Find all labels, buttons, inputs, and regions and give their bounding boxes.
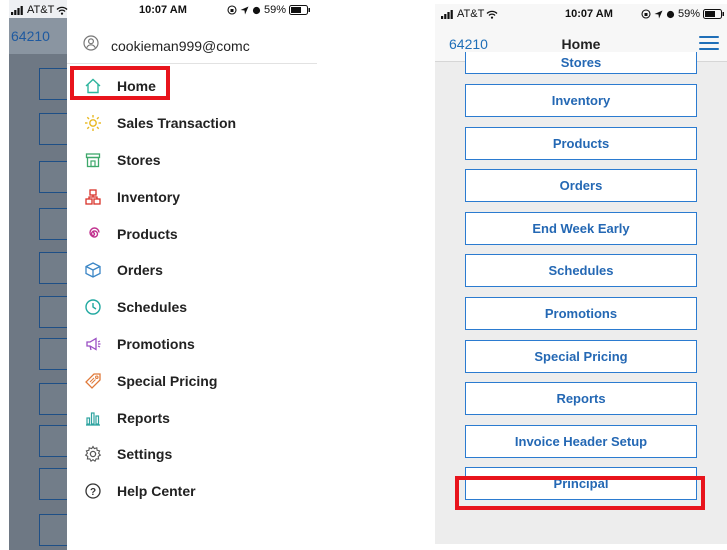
drawer-item-label: Stores <box>117 151 161 168</box>
svg-text:?: ? <box>90 487 96 498</box>
sun-icon <box>83 113 103 133</box>
inventory-icon <box>83 187 103 207</box>
gear-icon <box>83 444 103 464</box>
alarm-icon <box>666 10 675 19</box>
carrier-name: AT&T <box>27 4 55 16</box>
right-status-bar: AT&T 10:07 AM 59% <box>435 4 727 26</box>
drawer-item-help-center[interactable]: ? Help Center <box>67 473 317 510</box>
signal-icon <box>441 9 453 19</box>
box-icon <box>83 260 103 280</box>
battery-percent: 59% <box>677 8 700 20</box>
carrier: AT&T <box>11 4 68 16</box>
drawer-item-label: Orders <box>117 262 163 279</box>
home-button-list: Stores Inventory Products Orders End Wee… <box>465 52 697 510</box>
alarm-icon <box>252 6 261 15</box>
user-icon <box>83 35 99 56</box>
clock-icon <box>83 297 103 317</box>
drawer-item-orders[interactable]: Orders <box>67 252 317 289</box>
drawer-item-special-pricing[interactable]: Special Pricing <box>67 362 317 399</box>
status-right: 59% <box>227 4 311 16</box>
help-icon: ? <box>83 481 103 501</box>
drawer-item-label: Special Pricing <box>117 372 218 389</box>
drawer-item-stores[interactable]: Stores <box>67 142 317 179</box>
location-icon <box>240 6 249 14</box>
tag-icon <box>83 371 103 391</box>
megaphone-icon <box>83 334 103 354</box>
drawer-item-label: Sales Transaction <box>117 115 237 132</box>
drawer-menu: Home Sales Transaction Stores Inventory … <box>67 68 317 510</box>
drawer-item-reports[interactable]: Reports <box>67 399 317 436</box>
invoice-header-setup-button[interactable]: Invoice Header Setup <box>465 424 697 458</box>
right-phone-screen: AT&T 10:07 AM 59% 64210 Home Stores Inve… <box>435 4 727 544</box>
schedules-button[interactable]: Schedules <box>465 254 697 288</box>
page-title: Home <box>561 36 601 52</box>
reports-button[interactable]: Reports <box>465 382 697 416</box>
drawer-item-sales-transaction[interactable]: Sales Transaction <box>67 105 317 142</box>
status-time: 10:07 AM <box>139 4 187 16</box>
drawer-user-header[interactable]: cookieman999@comc <box>67 28 317 64</box>
drawer-item-label: Schedules <box>117 299 188 316</box>
special-pricing-button[interactable]: Special Pricing <box>465 339 697 373</box>
battery-icon <box>289 5 310 15</box>
battery-percent: 59% <box>263 4 286 16</box>
store-icon <box>83 150 103 170</box>
promotions-button[interactable]: Promotions <box>465 296 697 330</box>
principal-highlight-box <box>455 476 705 510</box>
home-highlight-box <box>70 66 170 100</box>
drawer-item-schedules[interactable]: Schedules <box>67 289 317 326</box>
lock-rotation-icon <box>641 9 651 19</box>
drawer-item-label: Help Center <box>117 483 196 500</box>
drawer-item-label: Settings <box>117 446 173 463</box>
stores-button[interactable]: Stores <box>465 52 697 74</box>
location-icon <box>654 10 663 18</box>
background-navbar-number: 64210 <box>11 28 50 44</box>
drawer-item-promotions[interactable]: Promotions <box>67 326 317 363</box>
drawer-item-products[interactable]: Products <box>67 215 317 252</box>
user-email: cookieman999@comc <box>111 37 250 54</box>
end-week-early-button[interactable]: End Week Early <box>465 211 697 245</box>
carrier: AT&T <box>441 8 498 20</box>
wifi-icon <box>486 10 498 19</box>
lock-rotation-icon <box>227 5 237 15</box>
products-button[interactable]: Products <box>465 126 697 160</box>
left-phone-screen: 64210 cookieman999@comc Home Sales Trans… <box>9 0 317 550</box>
orders-button[interactable]: Orders <box>465 169 697 203</box>
drawer-item-label: Inventory <box>117 188 181 205</box>
drawer-item-label: Products <box>117 225 178 242</box>
drawer-item-label: Reports <box>117 409 170 426</box>
signal-icon <box>11 5 23 15</box>
battery-icon <box>703 9 724 19</box>
carrier-name: AT&T <box>457 8 485 20</box>
drawer-item-settings[interactable]: Settings <box>67 436 317 473</box>
spiral-icon <box>83 224 103 244</box>
status-right: 59% <box>641 8 725 20</box>
drawer-item-label: Promotions <box>117 335 195 352</box>
inventory-button[interactable]: Inventory <box>465 84 697 117</box>
drawer-item-inventory[interactable]: Inventory <box>67 178 317 215</box>
dimmed-home-background[interactable]: 64210 <box>9 0 73 550</box>
status-time: 10:07 AM <box>565 8 613 20</box>
bar-chart-icon <box>83 408 103 428</box>
hamburger-menu-icon[interactable] <box>699 36 719 52</box>
left-status-bar: AT&T 10:07 AM 59% <box>9 0 317 24</box>
wifi-icon <box>56 6 68 15</box>
